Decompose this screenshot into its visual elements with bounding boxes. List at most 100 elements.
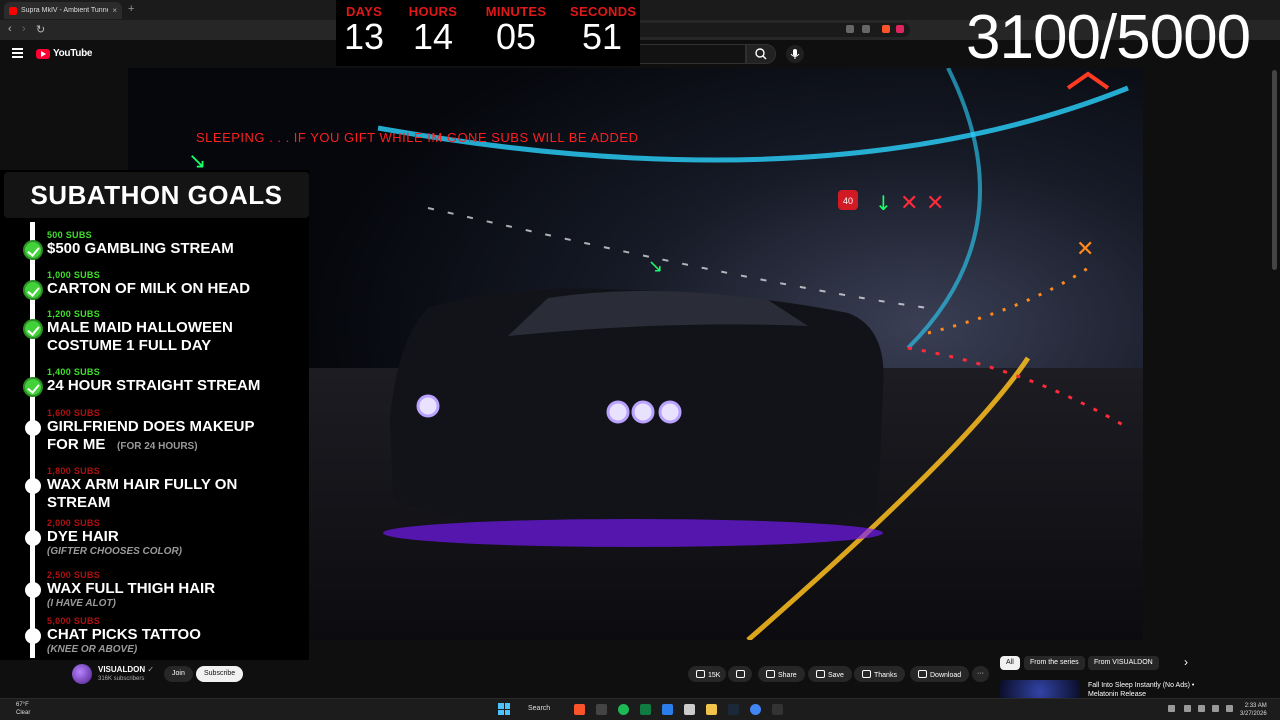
goal-subs: 1,200 SUBS xyxy=(47,309,101,319)
weather-widget[interactable]: 67°F Clear xyxy=(16,701,30,717)
weather-temp: 67°F xyxy=(16,702,29,708)
tab-title: Supra MkIV - Ambient Tunnel xyxy=(21,7,109,14)
video-meta-row: VISUALDON ✓ 316K subscribers Join Subscr… xyxy=(0,660,1000,690)
recommended-thumbnail[interactable] xyxy=(1000,680,1080,700)
join-button[interactable]: Join xyxy=(164,666,193,682)
studio-icon[interactable] xyxy=(662,704,673,715)
chip-from-series[interactable]: From the series xyxy=(1024,656,1085,670)
related-filter-chips: All From the series From VISUALDON › xyxy=(1000,655,1200,671)
save-label: Save xyxy=(828,672,844,679)
goal-text-line2: COSTUME 1 FULL DAY xyxy=(47,337,212,354)
system-clock[interactable]: 2:33 AM 3/27/2026 xyxy=(1240,702,1267,718)
timer-seconds: SECONDS 51 xyxy=(570,4,636,57)
timer-seconds-value: 51 xyxy=(581,16,623,57)
goal-note: (GIFTER CHOOSES COLOR) xyxy=(47,546,182,557)
goal-subs: 1,000 SUBS xyxy=(47,270,101,280)
share-icon[interactable] xyxy=(862,25,870,33)
taskbar-search[interactable]: Search xyxy=(522,703,556,714)
goal-text: CARTON OF MILK ON HEAD xyxy=(47,280,251,297)
goal-text: WAX FULL THIGH HAIR xyxy=(47,580,216,597)
cast-icon[interactable] xyxy=(846,25,854,33)
search-button[interactable] xyxy=(746,44,776,64)
rewards-icon[interactable] xyxy=(896,25,904,33)
timer-hours: HOURS 14 xyxy=(402,4,464,55)
channel-name-text: VISUALDON xyxy=(98,665,146,674)
brave-icon[interactable] xyxy=(574,704,585,715)
tray-app-icon[interactable] xyxy=(1184,705,1191,712)
reload-button[interactable]: ↻ xyxy=(36,23,45,36)
forward-button[interactable]: › xyxy=(22,23,26,35)
goal-pending-icon xyxy=(25,478,41,494)
timer-minutes-value: 05 xyxy=(495,16,537,57)
youtube-logo[interactable]: YouTube xyxy=(36,48,93,59)
chips-next-icon[interactable]: › xyxy=(1184,655,1188,669)
thanks-button[interactable]: Thanks xyxy=(854,666,905,682)
goal-subs: 2,000 SUBS xyxy=(47,518,101,528)
screen: Supra MkIV - Ambient Tunnel × + ‹ › ↻ yo… xyxy=(0,0,1280,720)
youtube-favicon-icon xyxy=(9,6,17,15)
xbox-icon[interactable] xyxy=(640,704,651,715)
document-icon[interactable] xyxy=(684,704,695,715)
goal-pending-icon xyxy=(25,628,41,644)
goal-subs: 1,800 SUBS xyxy=(47,466,101,476)
goal-text: WAX ARM HAIR FULLY ON xyxy=(47,476,238,493)
steam-icon[interactable] xyxy=(728,704,739,715)
app-icon[interactable] xyxy=(772,704,783,715)
channel-avatar[interactable] xyxy=(72,664,92,684)
chip-from-channel[interactable]: From VISUALDON xyxy=(1088,656,1159,670)
goal-text: GIRLFRIEND DOES MAKEUP xyxy=(47,418,255,435)
svg-text:↓: ↓ xyxy=(875,191,892,215)
goal-note: (FOR 24 HOURS) xyxy=(117,441,198,452)
goal-complete-icon xyxy=(23,280,43,300)
share-button[interactable]: Share xyxy=(758,666,805,682)
download-button[interactable]: Download xyxy=(910,666,970,682)
page-scrollbar[interactable] xyxy=(1272,70,1277,270)
goal-text-line2: STREAM xyxy=(47,494,111,511)
verified-icon: ✓ xyxy=(147,665,155,674)
recommended-title[interactable]: Fall Into Sleep Instantly (No Ads) • Mel… xyxy=(1088,681,1203,699)
goal-pending-icon xyxy=(25,582,41,598)
microphone-icon xyxy=(790,49,800,59)
goal-text: $500 GAMBLING STREAM xyxy=(47,240,234,257)
spotify-icon[interactable] xyxy=(618,704,629,715)
brave-shield-icon[interactable] xyxy=(882,25,890,33)
volume-icon[interactable] xyxy=(1226,705,1233,712)
like-button[interactable]: 15K xyxy=(688,666,727,682)
goal-complete-icon xyxy=(23,240,43,260)
subscribe-button[interactable]: Subscribe xyxy=(196,666,244,682)
chrome-icon[interactable] xyxy=(750,704,761,715)
new-tab-button[interactable]: + xyxy=(128,3,134,15)
goal-subs: 1,400 SUBS xyxy=(47,367,101,377)
chip-all[interactable]: All xyxy=(1000,656,1020,670)
recommended-video[interactable]: Fall Into Sleep Instantly (No Ads) • Mel… xyxy=(1000,678,1210,700)
subathon-timer: DAYS 13 HOURS 14 MINUTES 05 SECONDS 51 xyxy=(336,0,640,66)
folder-icon[interactable] xyxy=(706,704,717,715)
tray-app-icon[interactable] xyxy=(1198,705,1205,712)
sleep-message: SLEEPING . . . IF YOU GIFT WHILE IM GONE… xyxy=(196,130,639,145)
windows-taskbar: 67°F Clear Search 2:33 AM 3/27/2026 xyxy=(0,698,1280,720)
app-icon[interactable] xyxy=(596,704,607,715)
voice-search-button[interactable] xyxy=(786,45,804,63)
channel-name[interactable]: VISUALDON ✓ xyxy=(98,665,154,674)
goal-subs: 5,000 SUBS xyxy=(47,616,101,626)
tray-chevron-icon[interactable] xyxy=(1168,705,1175,712)
timer-minutes: MINUTES 05 xyxy=(478,4,554,55)
windows-start-icon[interactable] xyxy=(498,703,510,715)
thumbs-up-icon xyxy=(696,670,705,678)
save-button[interactable]: Save xyxy=(808,666,852,682)
wifi-icon[interactable] xyxy=(1212,705,1219,712)
goal-note: (KNEE OR ABOVE) xyxy=(47,644,138,655)
share-label: Share xyxy=(778,672,797,679)
more-actions-button[interactable]: ··· xyxy=(972,666,989,682)
goal-complete-icon xyxy=(23,319,43,339)
close-tab-icon[interactable]: × xyxy=(112,6,117,15)
back-button[interactable]: ‹ xyxy=(8,23,12,35)
youtube-wordmark: YouTube xyxy=(53,48,93,59)
timer-days-value: 13 xyxy=(343,16,385,57)
menu-icon[interactable] xyxy=(12,48,23,58)
goal-text: CHAT PICKS TATTOO xyxy=(47,626,201,643)
browser-tab[interactable]: Supra MkIV - Ambient Tunnel × xyxy=(4,2,122,19)
dislike-button[interactable] xyxy=(728,666,752,682)
svg-text:✕: ✕ xyxy=(1076,237,1094,262)
goal-complete-icon xyxy=(23,377,43,397)
